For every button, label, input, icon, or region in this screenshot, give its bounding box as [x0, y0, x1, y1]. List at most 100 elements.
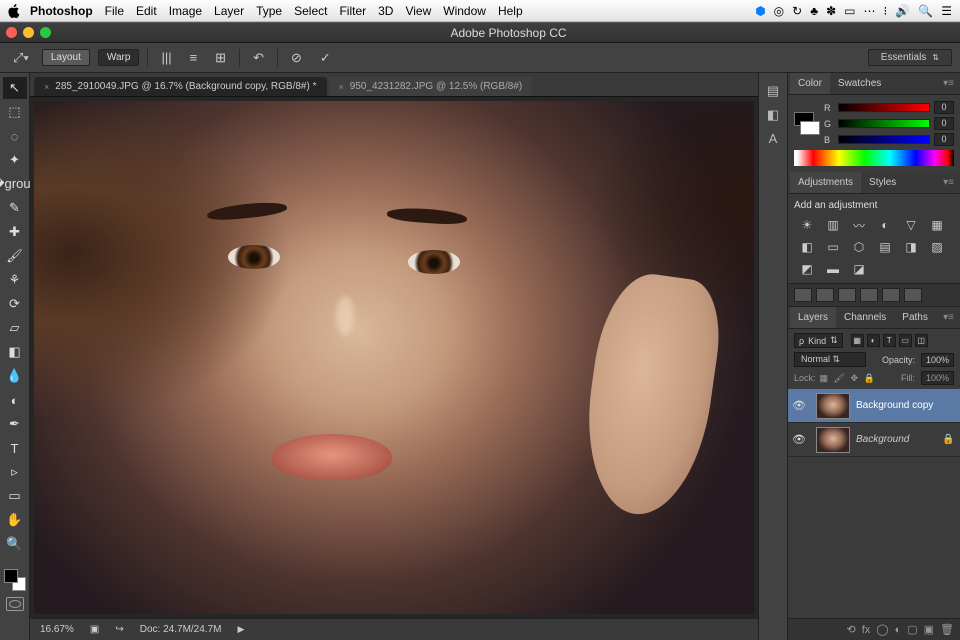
- preset-thumb[interactable]: [860, 288, 878, 302]
- align-v-icon[interactable]: |||: [156, 48, 176, 67]
- notification-icon[interactable]: ♣: [810, 4, 818, 18]
- new-adjustment-icon[interactable]: ◐: [895, 624, 902, 636]
- properties-icon[interactable]: ◧: [767, 107, 779, 123]
- tool-move[interactable]: ↖: [3, 77, 27, 99]
- tab-channels[interactable]: Channels: [836, 307, 894, 328]
- bluetooth-icon[interactable]: ✽: [826, 4, 836, 18]
- tool-pen[interactable]: ✒: [3, 413, 27, 435]
- preset-thumb[interactable]: [904, 288, 922, 302]
- color-swatch-pair[interactable]: [4, 569, 26, 591]
- history-icon[interactable]: ▤: [767, 83, 779, 99]
- tool-clone[interactable]: ⚘: [3, 269, 27, 291]
- color-spectrum[interactable]: [794, 150, 954, 166]
- tool-magic-wand[interactable]: ✦: [3, 149, 27, 171]
- preset-thumb[interactable]: [794, 288, 812, 302]
- visibility-icon[interactable]: 👁: [788, 399, 810, 412]
- tool-eyedropper[interactable]: ✎: [3, 197, 27, 219]
- close-icon[interactable]: ×: [339, 82, 344, 92]
- tab-swatches[interactable]: Swatches: [830, 73, 889, 94]
- tool-path-select[interactable]: ▹: [3, 461, 27, 483]
- filter-smart-icon[interactable]: ◫: [915, 334, 928, 347]
- filter-shape-icon[interactable]: ▭: [899, 334, 912, 347]
- adj-invert-icon[interactable]: ◨: [902, 239, 920, 255]
- preset-thumb[interactable]: [882, 288, 900, 302]
- layer-name[interactable]: Background: [856, 434, 942, 445]
- visibility-icon[interactable]: 👁: [788, 433, 810, 446]
- tool-zoom[interactable]: 🔍: [3, 533, 27, 555]
- minimize-icon[interactable]: [23, 27, 34, 38]
- tool-hand[interactable]: ✋: [3, 509, 27, 531]
- close-icon[interactable]: [6, 27, 17, 38]
- group-icon[interactable]: ▢: [907, 623, 917, 636]
- tool-marquee[interactable]: ⬚: [3, 101, 27, 123]
- tool-preset-icon[interactable]: ⤢▾: [8, 48, 34, 68]
- tool-dodge[interactable]: ◐: [3, 389, 27, 411]
- blend-mode-select[interactable]: Normal ⇅: [794, 352, 866, 367]
- commit-icon[interactable]: ✓: [315, 48, 336, 68]
- adj-threshold-icon[interactable]: ◩: [798, 261, 816, 277]
- preset-thumb[interactable]: [816, 288, 834, 302]
- document-tab[interactable]: × 950_4231282.JPG @ 12.5% (RGB/8#): [329, 77, 533, 96]
- layout-mode-button[interactable]: Layout: [42, 49, 90, 66]
- menu-window[interactable]: Window: [443, 4, 486, 18]
- filter-type-icon[interactable]: T: [883, 334, 896, 347]
- tool-history-brush[interactable]: ⟳: [3, 293, 27, 315]
- dropbox-icon[interactable]: ⬢: [755, 4, 765, 18]
- layer-item[interactable]: 👁 Background 🔒: [788, 423, 960, 457]
- filter-adjust-icon[interactable]: ◐: [867, 334, 880, 347]
- document-tab[interactable]: × 285_2910049.JPG @ 16.7% (Background co…: [34, 77, 327, 96]
- tab-layers[interactable]: Layers: [790, 307, 836, 328]
- warp-mode-button[interactable]: Warp: [98, 49, 140, 66]
- adj-photo-filter-icon[interactable]: ▭: [824, 239, 842, 255]
- adj-curves-icon[interactable]: 〰: [850, 217, 868, 233]
- maximize-icon[interactable]: [40, 27, 51, 38]
- preset-thumb[interactable]: [838, 288, 856, 302]
- app-name[interactable]: Photoshop: [30, 4, 93, 18]
- panel-menu-icon[interactable]: ▾≡: [937, 312, 960, 323]
- character-icon[interactable]: A: [769, 131, 778, 146]
- status-icon[interactable]: ▣: [90, 624, 99, 635]
- adj-selective-color-icon[interactable]: ◪: [850, 261, 868, 277]
- r-slider[interactable]: R0: [824, 101, 954, 114]
- menu-type[interactable]: Type: [256, 4, 282, 18]
- adj-bw-icon[interactable]: ◧: [798, 239, 816, 255]
- tab-adjustments[interactable]: Adjustments: [790, 172, 861, 193]
- color-swatches[interactable]: [794, 112, 820, 135]
- fill-value[interactable]: 100%: [921, 371, 954, 385]
- r-value[interactable]: 0: [934, 101, 954, 114]
- menu-layer[interactable]: Layer: [214, 4, 244, 18]
- slider-track[interactable]: [838, 135, 930, 144]
- layer-thumbnail[interactable]: [816, 427, 850, 453]
- tool-brush[interactable]: 🖌: [3, 245, 27, 267]
- tool-crop[interactable]: �group: [3, 173, 27, 195]
- menu-file[interactable]: File: [105, 4, 124, 18]
- fx-icon[interactable]: fx: [862, 624, 871, 636]
- menu-image[interactable]: Image: [169, 4, 202, 18]
- mask-icon[interactable]: ◯: [876, 623, 888, 636]
- align-h-icon[interactable]: ≡: [185, 48, 203, 67]
- quick-mask-icon[interactable]: [6, 597, 24, 611]
- panel-menu-icon[interactable]: ▾≡: [937, 78, 960, 89]
- canvas[interactable]: [30, 97, 758, 618]
- new-layer-icon[interactable]: ▣: [924, 623, 934, 636]
- status-icon[interactable]: ↪: [115, 624, 123, 635]
- adj-exposure-icon[interactable]: ◐: [876, 217, 894, 233]
- adj-channel-mixer-icon[interactable]: ⬡: [850, 239, 868, 255]
- play-icon[interactable]: ▶: [237, 624, 244, 635]
- g-value[interactable]: 0: [934, 117, 954, 130]
- reset-icon[interactable]: ↶: [248, 48, 269, 68]
- adj-vibrance-icon[interactable]: ▽: [902, 217, 920, 233]
- tool-lasso[interactable]: ◌: [3, 125, 27, 147]
- cc-icon[interactable]: ◎: [774, 4, 784, 18]
- grid-icon[interactable]: ⊞: [210, 48, 231, 68]
- b-value[interactable]: 0: [934, 133, 954, 146]
- chart-icon[interactable]: ⁝: [884, 4, 888, 18]
- menu-edit[interactable]: Edit: [136, 4, 157, 18]
- filter-pixel-icon[interactable]: ▦: [851, 334, 864, 347]
- adj-posterize-icon[interactable]: ▨: [928, 239, 946, 255]
- apple-icon[interactable]: [8, 4, 20, 18]
- layer-thumbnail[interactable]: [816, 393, 850, 419]
- tool-rectangle[interactable]: ▭: [3, 485, 27, 507]
- foreground-swatch[interactable]: [4, 569, 18, 583]
- tool-gradient[interactable]: ◧: [3, 341, 27, 363]
